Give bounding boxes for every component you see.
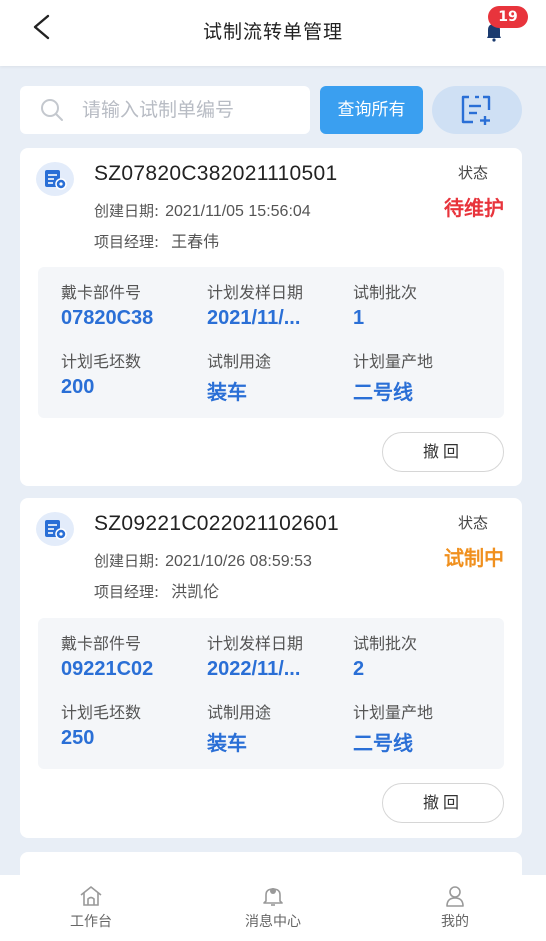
- app-header: 试制流转单管理 19: [0, 0, 546, 66]
- trial-batch-label: 试制批次: [353, 634, 418, 653]
- order-number: SZ09221C022021102601: [94, 512, 339, 535]
- tab-label: 消息中心: [245, 914, 301, 930]
- part-no-label: 戴卡部件号: [61, 283, 142, 302]
- plan-blank-count-label: 计划毛坯数: [61, 703, 142, 722]
- project-manager-label: 项目经理:: [94, 233, 160, 251]
- home-icon: [80, 886, 102, 906]
- created-date-label: 创建日期:: [94, 202, 160, 220]
- part-no-value: 07820C38: [61, 307, 154, 329]
- detail-panel: 戴卡部件号 07820C38 计划发样日期 2021/11/... 试制批次 1…: [38, 267, 504, 418]
- trial-purpose-cell: 试制用途 装车: [207, 699, 271, 756]
- plan-sample-date-value: 2022/11/...: [207, 658, 301, 680]
- page-title: 试制流转单管理: [202, 21, 343, 43]
- order-icon-wrap: [36, 512, 74, 546]
- trial-purpose-cell: 试制用途 装车: [207, 348, 271, 405]
- notification-badge: 19: [488, 6, 528, 28]
- plan-sample-date-label: 计划发样日期: [207, 283, 304, 302]
- add-order-button[interactable]: [432, 86, 522, 134]
- search-icon: [41, 99, 63, 121]
- trial-purpose-value: 装车: [207, 382, 247, 404]
- plan-blank-count-cell: 计划毛坯数 250: [61, 699, 141, 750]
- plan-blank-count-value: 250: [61, 727, 95, 749]
- project-manager-value: 洪凯伦: [171, 584, 220, 601]
- user-icon: [446, 886, 464, 907]
- order-icon-wrap: [36, 162, 74, 196]
- plan-sample-date-cell: 计划发样日期 2021/11/...: [207, 279, 303, 330]
- plan-sample-date-label: 计划发样日期: [207, 634, 304, 653]
- plan-blank-count-value: 200: [61, 376, 95, 398]
- status-label: 状态: [457, 164, 488, 182]
- plan-production-site-cell: 计划量产地 二号线: [353, 348, 433, 405]
- tab-messages[interactable]: 消息中心: [182, 875, 364, 941]
- tab-workbench[interactable]: 工作台: [0, 875, 182, 941]
- plan-production-site-value: 二号线: [353, 733, 413, 755]
- trial-batch-value: 2: [353, 658, 365, 680]
- document-settings-icon: [45, 520, 67, 540]
- project-manager-value: 王春伟: [171, 234, 220, 251]
- tab-mine[interactable]: 我的: [364, 875, 546, 941]
- plan-sample-date-value: 2021/11/...: [207, 307, 301, 329]
- part-no-cell: 戴卡部件号 09221C02: [61, 630, 153, 681]
- bottom-tab-bar: 工作台 消息中心 我的: [0, 875, 546, 941]
- plan-sample-date-cell: 计划发样日期 2022/11/...: [207, 630, 303, 681]
- status-label: 状态: [457, 514, 488, 532]
- trial-purpose-label: 试制用途: [207, 703, 272, 722]
- part-no-cell: 戴卡部件号 07820C38: [61, 279, 153, 330]
- plan-production-site-label: 计划量产地: [353, 703, 434, 722]
- order-number: SZ07820C382021110501: [94, 162, 338, 185]
- plan-production-site-cell: 计划量产地 二号线: [353, 699, 433, 756]
- status-badge: 试制中: [444, 546, 504, 570]
- detail-panel: 戴卡部件号 09221C02 计划发样日期 2022/11/... 试制批次 2…: [38, 618, 504, 769]
- project-manager-label: 项目经理:: [94, 583, 160, 601]
- created-date-value: 2021/10/26 08:59:53: [165, 553, 312, 570]
- created-date-row: 创建日期: 2021/11/05 15:56:04: [94, 200, 311, 221]
- status-badge: 待维护: [444, 196, 504, 220]
- order-card[interactable]: SZ09221C022021102601 创建日期: 2021/10/26 08:…: [20, 498, 522, 838]
- part-no-label: 戴卡部件号: [61, 634, 142, 653]
- project-manager-row: 项目经理: 洪凯伦: [94, 578, 219, 602]
- trial-batch-cell: 试制批次 2: [353, 630, 417, 681]
- query-all-button[interactable]: 查询所有: [320, 86, 423, 134]
- trial-batch-label: 试制批次: [353, 283, 418, 302]
- trial-batch-cell: 试制批次 1: [353, 279, 417, 330]
- part-no-value: 09221C02: [61, 658, 154, 680]
- plan-blank-count-cell: 计划毛坯数 200: [61, 348, 141, 399]
- plan-production-site-value: 二号线: [353, 382, 413, 404]
- withdraw-button[interactable]: 撤回: [382, 783, 504, 823]
- search-box: [20, 86, 310, 134]
- trial-purpose-label: 试制用途: [207, 352, 272, 371]
- plan-production-site-label: 计划量产地: [353, 352, 434, 371]
- project-manager-row: 项目经理: 王春伟: [94, 228, 219, 252]
- tab-label: 我的: [441, 914, 469, 930]
- notification-button[interactable]: 19: [482, 6, 532, 46]
- created-date-value: 2021/11/05 15:56:04: [165, 203, 311, 220]
- bell-icon: [263, 888, 283, 906]
- search-input[interactable]: [82, 99, 302, 121]
- withdraw-button[interactable]: 撤回: [382, 432, 504, 472]
- trial-batch-value: 1: [353, 307, 365, 329]
- order-card[interactable]: SZ07820C382021110501 创建日期: 2021/11/05 15:…: [20, 148, 522, 486]
- created-date-row: 创建日期: 2021/10/26 08:59:53: [94, 550, 312, 571]
- trial-purpose-value: 装车: [207, 733, 247, 755]
- plan-blank-count-label: 计划毛坯数: [61, 352, 142, 371]
- tab-label: 工作台: [70, 914, 112, 930]
- document-settings-icon: [45, 170, 67, 190]
- add-document-icon: [461, 95, 491, 125]
- created-date-label: 创建日期:: [94, 552, 160, 570]
